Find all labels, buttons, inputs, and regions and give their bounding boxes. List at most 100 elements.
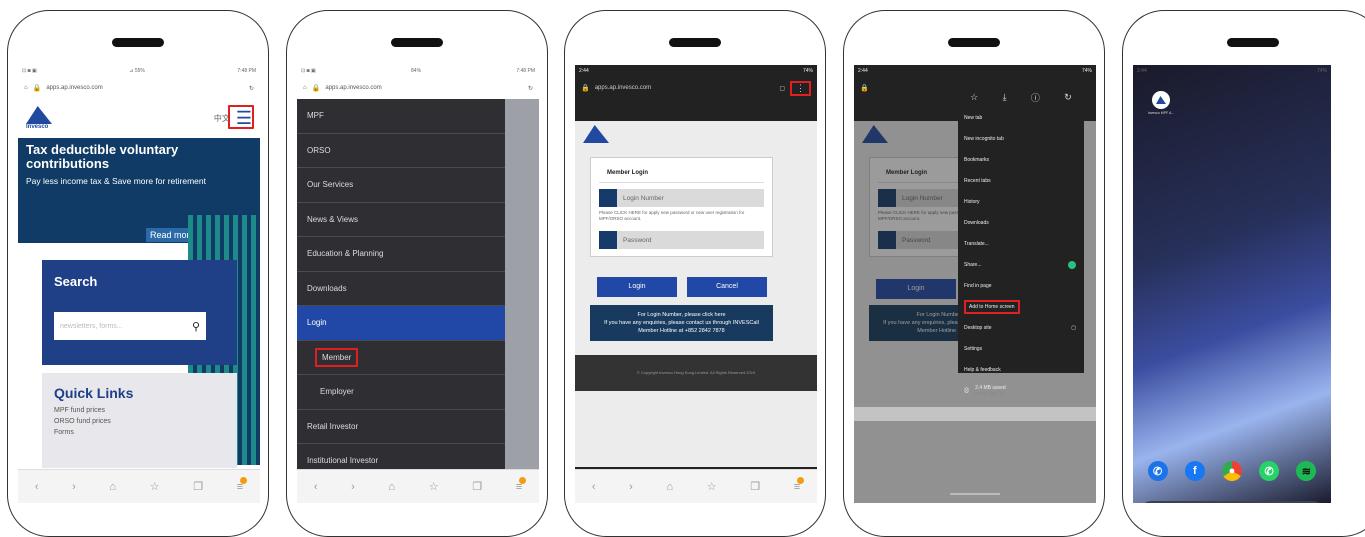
screen-3: 2:44 74% 🔒 apps.ap.invesco.com ▢ ⋮ Member Lo…	[575, 65, 817, 503]
home-icon[interactable]: ⌂	[303, 85, 307, 91]
screen-1: ⊡ ◙ ▣ ⊿ 55% 7:48 PM ⌂ 🔒 apps.ap.invesco.com ↻…	[18, 65, 260, 503]
url-bar[interactable]: 🔒 apps.ap.invesco.com ▢ ⋮	[575, 77, 817, 99]
back-icon[interactable]: ‹	[35, 481, 39, 493]
menu-settings[interactable]: Settings	[958, 338, 1084, 359]
quick-link-mpf[interactable]: MPF fund prices	[42, 405, 237, 416]
menu-item-member[interactable]: Member	[297, 340, 505, 375]
chrome-icon[interactable]: ●	[1221, 461, 1242, 481]
star-icon[interactable]: ☆	[150, 480, 160, 493]
home-shortcut-invesco[interactable]: Invesco MPF A...	[1141, 91, 1181, 115]
forward-icon[interactable]: ›	[351, 481, 355, 493]
menu-item-login[interactable]: Login	[297, 306, 505, 341]
menu-item-orso[interactable]: ORSO	[297, 133, 505, 168]
menu-history[interactable]: History	[958, 191, 1084, 212]
cancel-button[interactable]: Cancel	[687, 277, 767, 297]
menu-icon[interactable]: ≡	[516, 476, 527, 493]
chrome-overflow-menu: ☆ ⤓ ⓘ ↻ New tab New incognito tab Bookmarks…	[958, 87, 1084, 397]
star-icon[interactable]: ☆	[429, 480, 439, 493]
tabs-icon[interactable]: ❐	[750, 480, 760, 493]
google-search-bar[interactable]: G⁘	[1141, 501, 1323, 503]
login-card: Member Login Login Number Please CLICK H…	[590, 157, 773, 257]
invesco-logo[interactable]	[575, 121, 817, 147]
search-panel: Search newsletters, forms... ⚲	[42, 260, 237, 365]
login-number-help[interactable]: For Login Number, please click here	[594, 311, 769, 319]
menu-item-downloads[interactable]: Downloads	[297, 271, 505, 306]
download-icon[interactable]: ⤓	[1003, 92, 1007, 103]
menu-item-employer[interactable]: Employer	[297, 375, 505, 410]
status-bar: 2:44 74%	[579, 68, 813, 74]
highlight-box	[228, 105, 254, 129]
status-bar: 2:44 74%	[1137, 68, 1327, 74]
search-icon[interactable]: ⚲	[192, 320, 200, 333]
menu-item-retail-investor[interactable]: Retail Investor	[297, 409, 505, 444]
star-icon[interactable]: ☆	[707, 480, 717, 493]
login-number-field[interactable]: Login Number	[599, 189, 764, 207]
register-note: Please CLICK HERE for apply new password…	[599, 210, 745, 221]
hero-subtitle: Pay less income tax & Save more for reti…	[26, 176, 206, 186]
back-icon[interactable]: ‹	[314, 481, 318, 493]
invesco-app-icon	[1152, 91, 1170, 109]
menu-incognito[interactable]: New incognito tab	[958, 128, 1084, 149]
lock-icon	[599, 231, 617, 249]
refresh-icon[interactable]: ↻	[1064, 92, 1072, 103]
phone-3: 2:44 74% 🔒 apps.ap.invesco.com ▢ ⋮ Member Lo…	[564, 10, 826, 537]
home-icon[interactable]: ⌂	[666, 481, 673, 493]
speaker	[1227, 38, 1279, 47]
refresh-icon[interactable]: ↻	[249, 85, 254, 92]
menu-downloads[interactable]: Downloads	[958, 212, 1084, 233]
menu-find-in-page[interactable]: Find in page	[958, 275, 1084, 296]
facebook-icon[interactable]: f	[1184, 461, 1205, 481]
speaker	[112, 38, 164, 47]
home-icon[interactable]: ⌂	[24, 85, 28, 91]
star-icon[interactable]: ☆	[970, 92, 978, 103]
menu-item-mpf[interactable]: MPF	[297, 99, 505, 134]
phone-2: ⊡ ◙ ▣ 84% 7:48 PM ⌂ 🔒 apps.ap.invesco.com ↻ M…	[286, 10, 548, 537]
menu-item-education-planning[interactable]: Education & Planning	[297, 237, 505, 272]
phone-icon[interactable]: ✆	[1147, 461, 1168, 481]
url-bar[interactable]: ⌂ 🔒 apps.ap.invesco.com ↻	[297, 77, 539, 99]
menu-data-saved: ⛒ 2.4 MB saved since Sep 18	[964, 384, 1006, 397]
back-icon[interactable]: ‹	[592, 481, 596, 493]
info-icon[interactable]: ⓘ	[1031, 91, 1040, 104]
menu-help-feedback[interactable]: Help & feedback	[958, 359, 1084, 380]
footer: © Copyright Invesco Hong Kong Limited. A…	[575, 355, 817, 391]
invesco-logo[interactable]: Invesco	[26, 106, 52, 130]
checkbox-icon[interactable]: ▢	[1071, 325, 1076, 331]
menu-item-our-services[interactable]: Our Services	[297, 168, 505, 203]
speaker	[391, 38, 443, 47]
page-blank	[575, 391, 817, 467]
tabs-icon[interactable]: ❐	[472, 480, 482, 493]
menu-icon[interactable]: ≡	[794, 476, 805, 493]
refresh-icon[interactable]: ↻	[528, 85, 533, 92]
menu-bookmarks[interactable]: Bookmarks	[958, 149, 1084, 170]
tabs-icon[interactable]: ❐	[193, 480, 203, 493]
menu-add-to-home-screen[interactable]: Add to Home screen	[958, 296, 1084, 317]
lock-icon: 🔒	[32, 85, 42, 92]
menu-share[interactable]: Share...	[958, 254, 1084, 275]
forward-icon[interactable]: ›	[72, 481, 76, 493]
spotify-icon[interactable]: ≋	[1296, 461, 1317, 481]
menu-new-tab[interactable]: New tab	[958, 107, 1084, 128]
quick-links-title: Quick Links	[54, 385, 134, 401]
overflow-menu-icon[interactable]: ⋮	[790, 80, 811, 96]
share-app-icon	[1068, 260, 1076, 269]
login-button[interactable]: Login	[597, 277, 677, 297]
quick-link-orso[interactable]: ORSO fund prices	[42, 416, 237, 427]
home-icon[interactable]: ⌂	[109, 481, 116, 493]
search-input[interactable]: newsletters, forms... ⚲	[54, 312, 206, 340]
menu-item-news-views[interactable]: News & Views	[297, 202, 505, 237]
home-icon[interactable]: ⌂	[388, 481, 395, 493]
password-field[interactable]: Password	[599, 231, 764, 249]
menu-icon[interactable]: ≡	[237, 476, 248, 493]
menu-desktop-site[interactable]: Desktop site ▢	[958, 317, 1084, 338]
whatsapp-icon[interactable]: ✆	[1259, 461, 1280, 481]
tab-count-icon[interactable]: ▢	[779, 85, 785, 92]
gesture-bar	[950, 493, 1000, 495]
menu-recent-tabs[interactable]: Recent tabs	[958, 170, 1084, 191]
forward-icon[interactable]: ›	[629, 481, 633, 493]
menu-translate[interactable]: Translate...	[958, 233, 1084, 254]
info-box: For Login Number, please click here If y…	[590, 305, 773, 341]
url-bar[interactable]: ⌂ 🔒 apps.ap.invesco.com ↻	[18, 77, 260, 99]
quick-link-forms[interactable]: Forms	[42, 427, 237, 438]
nav-menu: MPF ORSO Our Services News & Views Educa…	[297, 99, 505, 479]
